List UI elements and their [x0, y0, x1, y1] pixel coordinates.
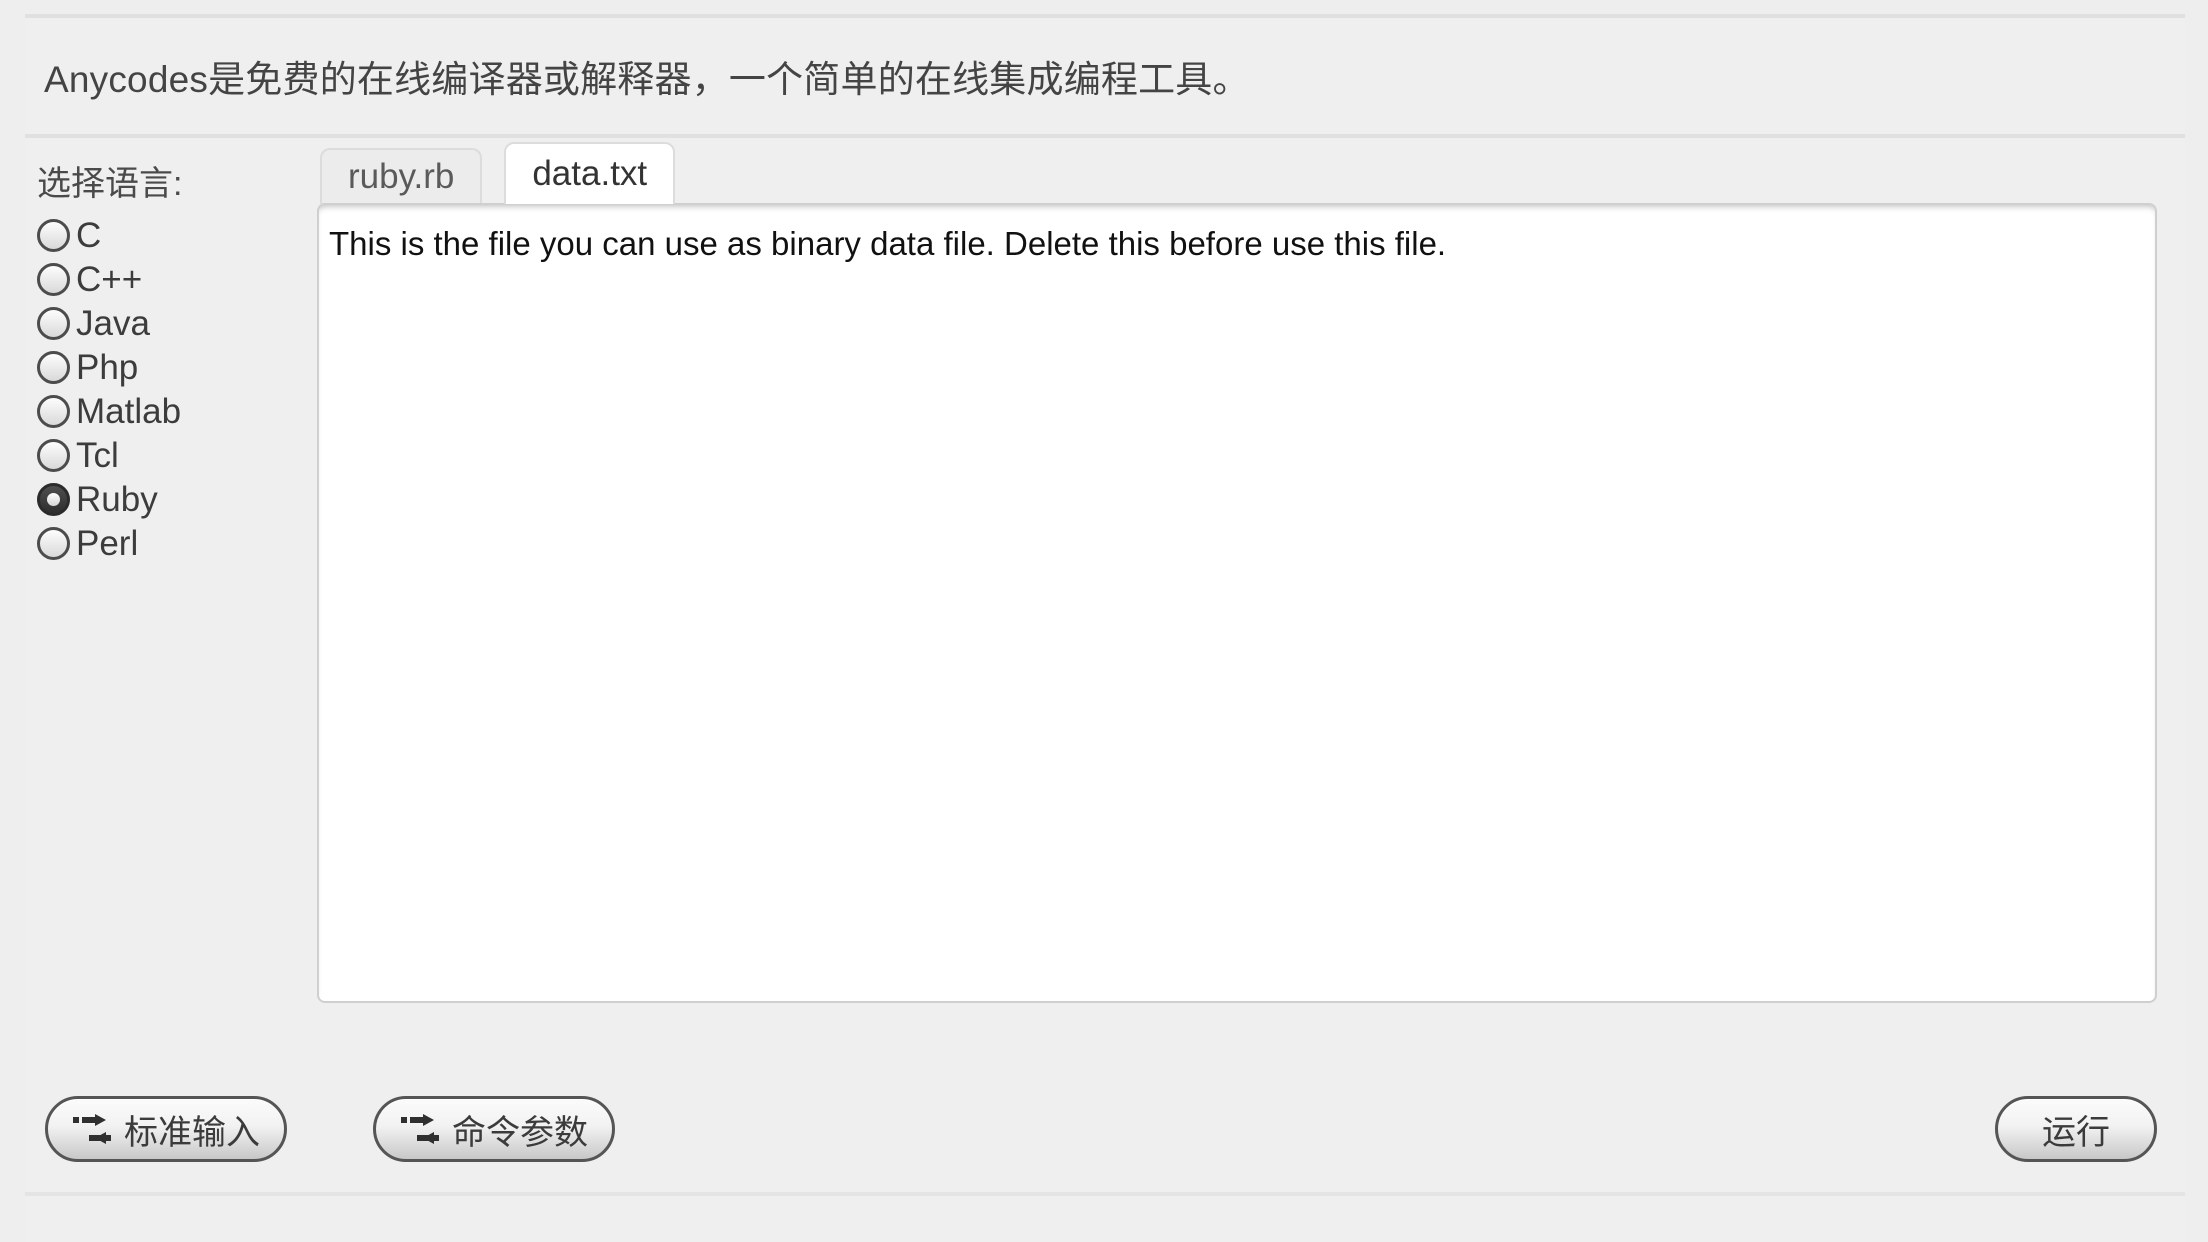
radio-icon-java[interactable]: [37, 306, 70, 340]
code-editor[interactable]: This is the file you can use as binary d…: [317, 203, 2157, 1003]
radio-option-matlab[interactable]: Matlab: [37, 389, 237, 433]
code-editor-content[interactable]: This is the file you can use as binary d…: [329, 223, 2145, 264]
tab-label-ruby-rb: ruby.rb: [348, 157, 455, 196]
language-selector-label: 选择语言:: [37, 165, 183, 203]
radio-option-perl[interactable]: Perl: [37, 521, 237, 565]
body-region: 选择语言: C C++ Java Php Matlab Tcl Ruby Per…: [25, 142, 2185, 1072]
radio-icon-perl[interactable]: [37, 526, 70, 560]
header-bar: Anycodes是免费的在线编译器或解释器，一个简单的在线集成编程工具。: [25, 18, 2185, 138]
radio-label-tcl: Tcl: [76, 435, 119, 475]
radio-label-ruby: Ruby: [76, 479, 158, 519]
radio-label-matlab: Matlab: [76, 391, 182, 431]
radio-label-c: C: [76, 215, 102, 255]
app-root: Anycodes是免费的在线编译器或解释器，一个简单的在线集成编程工具。 选择语…: [0, 0, 2208, 1242]
file-tab-bar: ruby.rb data.txt: [317, 142, 2157, 204]
radio-icon-matlab[interactable]: [37, 394, 70, 428]
editor-region: ruby.rb data.txt This is the file you ca…: [317, 142, 2157, 1003]
footer-toolbar: 标准输入 命令参数 运行: [25, 1072, 2185, 1196]
radio-icon-tcl[interactable]: [37, 438, 70, 472]
radio-label-cpp: C++: [76, 259, 143, 299]
tab-data-txt[interactable]: data.txt: [504, 142, 676, 204]
radio-icon-php[interactable]: [37, 350, 70, 384]
stdin-button-label: 标准输入: [124, 1113, 260, 1152]
command-args-button[interactable]: 命令参数: [373, 1096, 615, 1162]
language-selector: 选择语言: C C++ Java Php Matlab Tcl Ruby Per…: [37, 142, 237, 565]
radio-option-tcl[interactable]: Tcl: [37, 433, 237, 477]
radio-option-java[interactable]: Java: [37, 301, 237, 345]
bottom-strip: [25, 1196, 2185, 1242]
command-args-button-label: 命令参数: [452, 1113, 588, 1152]
radio-label-perl: Perl: [76, 523, 139, 563]
radio-label-java: Java: [76, 303, 150, 343]
radio-option-cpp[interactable]: C++: [37, 257, 237, 301]
main-panel: Anycodes是免费的在线编译器或解释器，一个简单的在线集成编程工具。 选择语…: [25, 14, 2185, 1242]
stdin-button[interactable]: 标准输入: [45, 1096, 287, 1162]
radio-icon-ruby[interactable]: [37, 482, 70, 516]
radio-label-php: Php: [76, 347, 139, 387]
radio-option-ruby[interactable]: Ruby: [37, 477, 237, 521]
page-title: Anycodes是免费的在线编译器或解释器，一个简单的在线集成编程工具。: [44, 59, 1250, 100]
tab-ruby-rb[interactable]: ruby.rb: [320, 148, 483, 204]
exchange-arrows-icon: [401, 1114, 439, 1144]
tab-label-data-txt: data.txt: [532, 154, 648, 193]
run-button-label: 运行: [2042, 1113, 2110, 1152]
radio-icon-cpp[interactable]: [37, 262, 70, 296]
radio-icon-c[interactable]: [37, 218, 70, 252]
radio-option-php[interactable]: Php: [37, 345, 237, 389]
exchange-arrows-icon: [73, 1114, 111, 1144]
radio-option-c[interactable]: C: [37, 213, 237, 257]
run-button[interactable]: 运行: [1995, 1096, 2157, 1162]
